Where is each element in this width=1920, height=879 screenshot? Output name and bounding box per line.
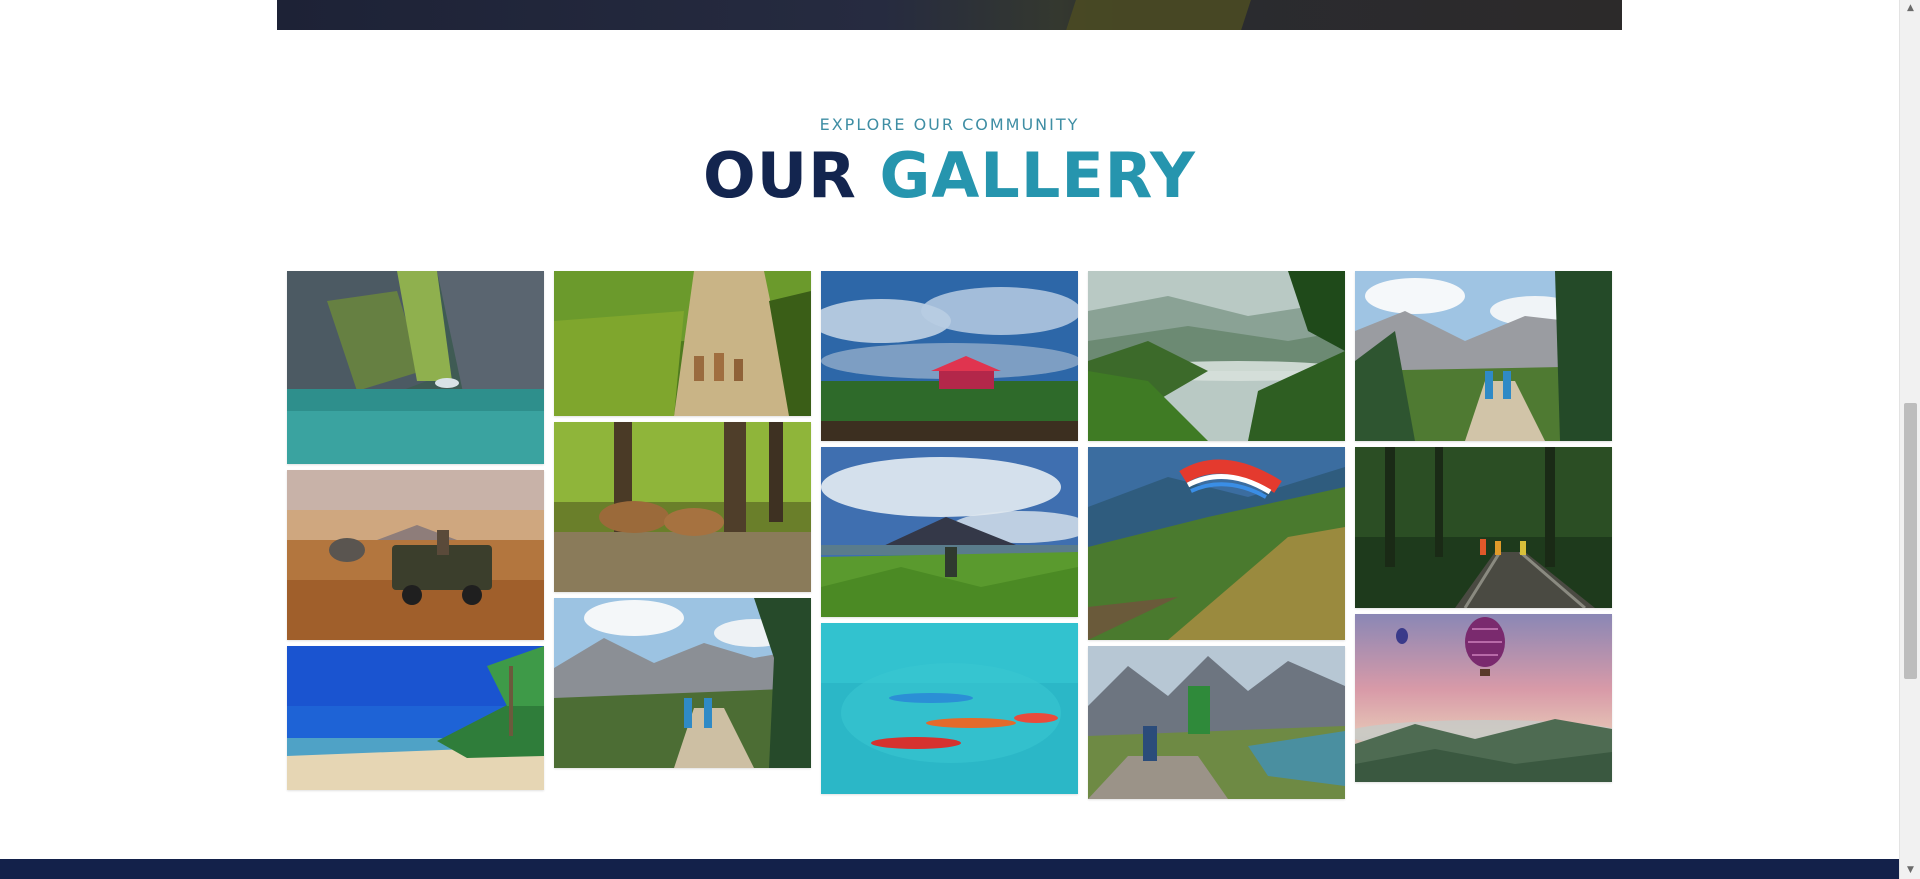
gallery-photo-volcano-hiker-viewpoint[interactable] (821, 447, 1078, 617)
gallery-photo-alpine-hikers-trail[interactable] (554, 598, 811, 768)
gallery-grid (0, 0, 1899, 879)
vertical-scrollbar[interactable]: ▲ ▼ (1899, 0, 1920, 879)
gallery-photo-misty-valley-gazebo[interactable] (821, 271, 1078, 441)
gallery-photo-mountain-trekkers-lake[interactable] (1088, 646, 1345, 799)
gallery-photo-tropical-beach[interactable] (287, 646, 544, 790)
scroll-up-arrow-icon[interactable]: ▲ (1900, 0, 1920, 17)
gallery-photo-safari-jeep-elephant[interactable] (287, 470, 544, 640)
gallery-photo-alpine-meadow-hikers[interactable] (1355, 271, 1612, 441)
gallery-photo-misty-tea-hills[interactable] (1088, 271, 1345, 441)
gallery-photo-hot-air-balloons-sunset[interactable] (1355, 614, 1612, 782)
scrollbar-thumb[interactable] (1904, 403, 1917, 679)
gallery-photo-canyon-river[interactable] (287, 271, 544, 464)
footer-bar (0, 859, 1899, 879)
gallery-photo-paraglider-slope[interactable] (1088, 447, 1345, 640)
gallery-photo-turquoise-kayaks[interactable] (821, 623, 1078, 794)
scroll-down-arrow-icon[interactable]: ▼ (1900, 862, 1920, 879)
gallery-photo-spotted-deer-grazing[interactable] (554, 422, 811, 592)
gallery-photo-deer-forest-path[interactable] (554, 271, 811, 416)
page: EXPLORE OUR COMMUNITY OUR GALLERY (0, 0, 1899, 879)
gallery-photo-forest-railway-walkers[interactable] (1355, 447, 1612, 608)
